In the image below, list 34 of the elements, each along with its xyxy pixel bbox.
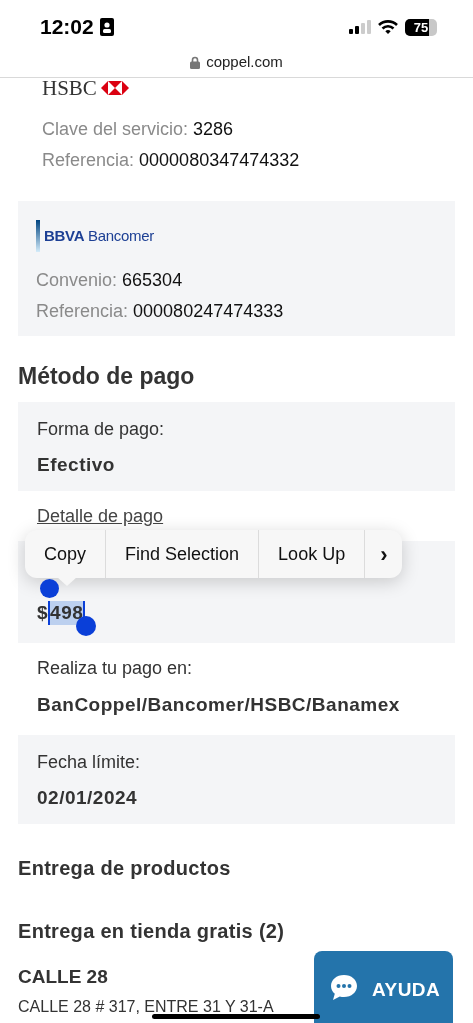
wifi-icon	[378, 19, 398, 35]
field-value: BanCoppel/Bancomer/HSBC/Banamex	[37, 693, 401, 717]
bank-logo-text: HSBC	[42, 77, 97, 99]
field-label: Forma de pago:	[37, 418, 166, 440]
hexagon-logo-icon	[100, 81, 129, 95]
bank-logo-text: BBVA Bancomer	[44, 225, 155, 246]
url-text[interactable]: coppel.com	[206, 51, 283, 74]
store-name: CALLE 28	[18, 965, 108, 989]
menu-item[interactable]: Look Up	[258, 530, 365, 578]
section-title: Entrega de productos	[18, 856, 232, 880]
reference-line: Convenio: 665304	[36, 269, 184, 291]
payment-detail-link[interactable]: Detalle de pago	[37, 506, 164, 526]
field-label: Fecha límite:	[37, 751, 142, 773]
help-button[interactable]: AYUDA	[314, 951, 453, 1023]
chat-bubble-icon	[330, 974, 358, 1001]
field-label: Realiza tu pago en:	[37, 657, 194, 679]
menu-item[interactable]: Copy	[25, 530, 106, 578]
menu-item[interactable]: Find Selection	[105, 530, 259, 578]
field-value: Efectivo	[37, 453, 116, 477]
signal-icon	[349, 20, 371, 34]
status-time: 12:02	[40, 14, 94, 41]
amount-text: $498	[37, 601, 86, 625]
logo-bar-icon	[36, 220, 40, 252]
section-title: Método de pago	[18, 362, 196, 390]
more-button[interactable]: ›	[364, 530, 403, 578]
reference-line: Clave del servicio: 3286	[42, 118, 235, 140]
field-value: 02/01/2024	[37, 786, 139, 810]
lock-icon	[190, 56, 201, 69]
subsection-title: Entrega en tienda gratis (2)	[18, 919, 286, 943]
battery-icon: 75	[405, 18, 437, 36]
store-address: CALLE 28 # 317, ENTRE 31 Y 31-A	[18, 997, 274, 1017]
reference-line: Referencia: 000080247474333	[36, 300, 285, 322]
contact-card-icon	[99, 18, 114, 36]
reference-line: Referencia: 0000080347474332	[42, 149, 301, 171]
